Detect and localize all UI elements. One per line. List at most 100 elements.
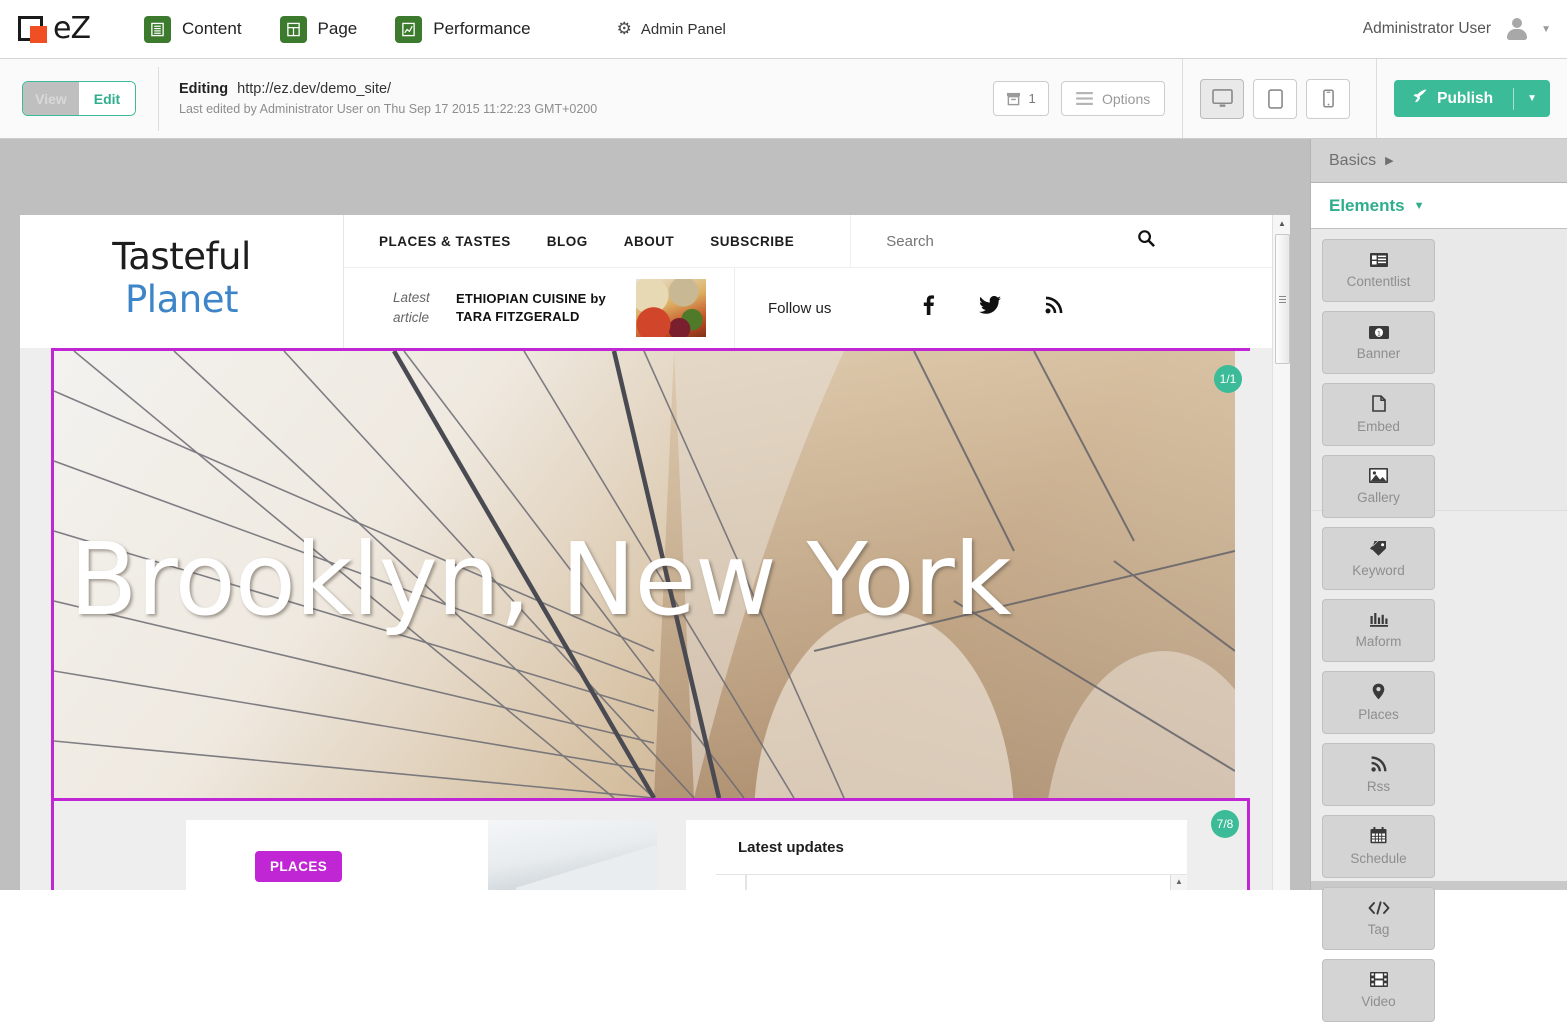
element-tile-banner-label: Banner <box>1356 345 1401 361</box>
preview-scrollbar[interactable]: ▲ <box>1272 215 1290 890</box>
element-tile-video-label: Video <box>1361 994 1396 1009</box>
view-mode-button[interactable]: View <box>23 82 79 115</box>
gear-icon: ⚙ <box>616 19 632 38</box>
element-tile-contentlist-label: Contentlist <box>1346 273 1411 289</box>
rss-icon[interactable] <box>1045 296 1063 320</box>
rss-icon <box>1370 755 1387 775</box>
element-tile-keyword[interactable]: Keyword <box>1322 527 1435 590</box>
keyword-icon <box>1369 540 1388 559</box>
toolbar-actions: 1 Options Publish ▼ <box>976 59 1567 138</box>
preview-scrollbar-thumb[interactable] <box>1275 234 1290 364</box>
element-tile-rss[interactable]: Rss <box>1322 743 1435 806</box>
site-menu-item-places-tastes[interactable]: PLACES & TASTES <box>379 234 511 249</box>
search-input[interactable] <box>886 232 1137 250</box>
last-edited-label: Last edited by Administrator User on Thu… <box>179 102 598 116</box>
element-tile-places[interactable]: Places <box>1322 671 1435 734</box>
site-search <box>850 215 1290 268</box>
element-tile-video[interactable]: Video <box>1322 959 1435 1022</box>
follow-us-label: Follow us <box>768 299 832 317</box>
element-tile-tag[interactable]: Tag <box>1322 887 1435 950</box>
toolbar-group-publish: Publish ▼ <box>1376 59 1567 138</box>
scroll-up-arrow-icon[interactable]: ▲ <box>1273 215 1290 232</box>
site-menu-item-about[interactable]: ABOUT <box>624 234 675 249</box>
embed-icon <box>1371 395 1386 415</box>
toolbar-group-versions: 1 Options <box>976 59 1182 138</box>
follow-us-block: Follow us <box>734 268 1290 348</box>
sidebar-elements-label: Elements <box>1329 195 1405 215</box>
latest-article-title[interactable]: ETHIOPIAN CUISINE by TARA FITZGERALD <box>456 268 636 348</box>
tablet-icon <box>1267 88 1283 109</box>
zone-content-row-badge: 7/8 <box>1211 810 1239 838</box>
device-tablet-button[interactable] <box>1253 78 1298 119</box>
element-tile-maform-label: Maform <box>1355 634 1402 649</box>
ez-logo[interactable]: eZ <box>18 14 110 44</box>
editing-label: Editing <box>179 81 229 97</box>
places-card[interactable]: PLACES <box>186 820 657 890</box>
user-menu[interactable]: Administrator User ▼ <box>1363 17 1551 41</box>
zone-hero[interactable]: 1/1 Brooklyn, New York <box>51 348 1250 798</box>
publish-dropdown-toggle[interactable]: ▼ <box>1514 93 1550 104</box>
site-header: Tasteful Planet PLACES & TASTES BLOG ABO… <box>20 215 1290 348</box>
banner-icon: 1 <box>1368 325 1389 342</box>
places-tag-badge: PLACES <box>255 851 343 882</box>
elements-sidebar: Basics ▶ Elements ▼ Contentlist 1 Banner… <box>1310 139 1567 1022</box>
view-edit-toggle[interactable]: View Edit <box>22 81 136 116</box>
top-navigation-bar: eZ Content Page Performance ⚙ Admin Pane… <box>0 0 1567 59</box>
element-tile-schedule[interactable]: Schedule <box>1322 815 1435 878</box>
performance-icon <box>395 15 423 43</box>
ez-logo-icon <box>18 14 52 44</box>
twitter-icon[interactable] <box>979 295 1002 320</box>
sidebar-section-elements[interactable]: Elements ▼ <box>1311 183 1567 229</box>
user-name-label: Administrator User <box>1362 20 1492 37</box>
video-icon <box>1369 972 1388 990</box>
element-tile-rss-label: Rss <box>1366 778 1391 794</box>
ez-logo-text: eZ <box>53 11 91 46</box>
hero-banner-block[interactable]: Brooklyn, New York <box>54 351 1235 798</box>
element-tile-schedule-label: Schedule <box>1350 851 1407 866</box>
places-card-image <box>488 820 657 890</box>
site-menu-item-blog[interactable]: BLOG <box>547 234 588 249</box>
latest-label-line2: article <box>393 310 430 325</box>
element-tile-banner[interactable]: 1 Banner <box>1322 311 1435 374</box>
admin-panel-link[interactable]: ⚙ Admin Panel <box>617 19 726 39</box>
nav-item-performance[interactable]: Performance <box>395 15 531 43</box>
latest-updates-scroll-up[interactable]: ▲ <box>1170 875 1187 890</box>
gallery-icon <box>1369 468 1388 486</box>
options-button[interactable]: Options <box>1061 81 1166 116</box>
device-desktop-button[interactable] <box>1200 78 1245 119</box>
chevron-down-icon[interactable]: ▼ <box>1541 24 1551 35</box>
site-menu-item-subscribe[interactable]: SUBSCRIBE <box>710 234 794 249</box>
site-brand[interactable]: Tasteful Planet <box>20 215 343 348</box>
latest-label-line1: Latest <box>393 290 430 306</box>
zone-content-row[interactable]: 7/8 PLACES Latest updates ▲ <box>51 798 1250 890</box>
latest-updates-title: Latest updates <box>738 839 844 856</box>
latest-updates-card[interactable]: Latest updates ▲ <box>686 820 1187 890</box>
brand-line-1: Tasteful <box>112 234 251 278</box>
element-tile-embed[interactable]: Embed <box>1322 383 1435 446</box>
latest-updates-list: ▲ <box>716 874 1187 890</box>
element-tile-maform[interactable]: Maform <box>1322 599 1435 662</box>
device-mobile-button[interactable] <box>1306 78 1351 119</box>
toolbar-divider <box>158 66 159 131</box>
edit-mode-button[interactable]: Edit <box>79 82 135 115</box>
editing-info: Editing http://ez.dev/demo_site/ Last edi… <box>179 81 597 116</box>
element-tile-contentlist[interactable]: Contentlist <box>1322 239 1435 302</box>
site-menu: PLACES & TASTES BLOG ABOUT SUBSCRIBE <box>344 234 830 249</box>
nav-item-page[interactable]: Page <box>279 15 357 43</box>
nav-item-content[interactable]: Content <box>144 15 242 43</box>
versions-button[interactable]: 1 <box>993 81 1050 116</box>
desktop-icon <box>1211 89 1233 107</box>
sidebar-section-basics[interactable]: Basics ▶ <box>1311 139 1567 183</box>
publish-button[interactable]: Publish ▼ <box>1394 80 1550 117</box>
editing-url[interactable]: http://ez.dev/demo_site/ <box>237 81 391 97</box>
element-tile-gallery[interactable]: Gallery <box>1322 455 1435 518</box>
schedule-icon <box>1370 827 1387 847</box>
hero-title[interactable]: Brooklyn, New York <box>69 521 1229 638</box>
elements-grid: Contentlist 1 Banner Embed Gallery Keywo… <box>1311 229 1567 1022</box>
chevron-right-icon: ▶ <box>1385 155 1394 167</box>
facebook-icon[interactable] <box>923 295 935 321</box>
contentlist-icon <box>1369 252 1388 270</box>
search-icon[interactable] <box>1137 229 1156 254</box>
latest-article-thumbnail[interactable] <box>636 279 706 337</box>
chevron-down-icon: ▼ <box>1413 199 1425 212</box>
